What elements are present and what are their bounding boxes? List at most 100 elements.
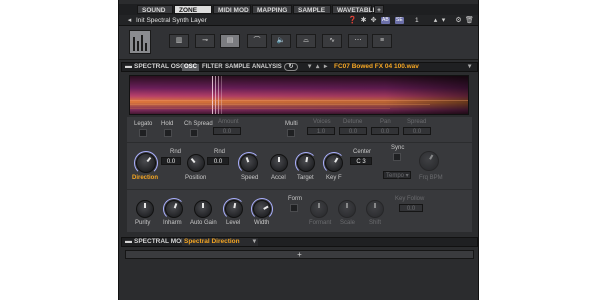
- rnd2-field[interactable]: 0.0: [207, 157, 229, 165]
- level-label: Level: [226, 220, 241, 226]
- oscillator-button[interactable]: ▤: [220, 34, 240, 48]
- formant-knob[interactable]: [310, 200, 328, 218]
- tab-sample[interactable]: SAMPLE: [293, 5, 331, 14]
- keyf-label: Key F: [326, 175, 342, 181]
- solo-icon[interactable]: ✥: [369, 16, 378, 25]
- center-label: Center: [353, 149, 372, 155]
- subtab-osc[interactable]: OSC: [182, 64, 200, 71]
- tab-sound[interactable]: SOUND: [137, 5, 173, 14]
- spread-field[interactable]: 0.0: [403, 127, 431, 135]
- target-knob[interactable]: [295, 152, 317, 174]
- spread-label: Spread: [407, 119, 427, 125]
- subtab-sample[interactable]: SAMPLE: [223, 64, 252, 71]
- collapse-icon[interactable]: ▬: [125, 63, 132, 71]
- keyfollow-label: Key Follow: [395, 196, 425, 202]
- mute-icon[interactable]: ✱: [359, 16, 368, 25]
- pan-field[interactable]: 0.0: [371, 127, 399, 135]
- spread-amount-field[interactable]: 0.0: [213, 127, 241, 135]
- tab-zone[interactable]: ZONE: [174, 5, 212, 14]
- direction-knob[interactable]: [134, 151, 158, 175]
- arrow-left-icon[interactable]: ◂: [125, 16, 134, 25]
- tempo-dropdown[interactable]: Tempo ▾: [383, 171, 411, 179]
- autogain-label: Auto Gain: [190, 220, 217, 226]
- empty-area: [119, 262, 478, 300]
- multi-label: Multi: [285, 121, 298, 127]
- width-knob[interactable]: [251, 198, 273, 220]
- position-knob[interactable]: [187, 154, 205, 172]
- settings-icon[interactable]: ⚙: [454, 16, 463, 25]
- multi-checkbox[interactable]: [287, 129, 295, 137]
- speed-label: Speed: [241, 175, 259, 181]
- top-tab-bar: SOUND ZONE MIDI MOD MAPPING SAMPLE WAVET…: [119, 4, 478, 15]
- speed-knob[interactable]: [238, 152, 260, 174]
- pitch-button[interactable]: ⊸: [195, 34, 215, 48]
- lfo-button[interactable]: ∿: [322, 34, 342, 48]
- spectrogram-image: [130, 76, 468, 114]
- se-badge[interactable]: SE: [395, 17, 404, 24]
- step-mod-button[interactable]: ⋯: [348, 34, 368, 48]
- hold-checkbox[interactable]: [164, 129, 172, 137]
- position-label: Position: [185, 175, 207, 181]
- add-tab-button[interactable]: +: [374, 5, 384, 14]
- voices-field[interactable]: 1.0: [307, 127, 335, 135]
- tab-midi-mod[interactable]: MIDI MOD: [213, 5, 251, 14]
- help-icon[interactable]: ❓: [348, 16, 357, 25]
- subtab-analysis[interactable]: ANALYSIS: [250, 64, 284, 71]
- accel-label: Accel: [271, 175, 286, 181]
- scale-knob[interactable]: [338, 200, 356, 218]
- play-icon[interactable]: ▸: [324, 63, 327, 71]
- tab-mapping[interactable]: MAPPING: [252, 5, 292, 14]
- ab-badge[interactable]: AB: [381, 17, 390, 24]
- detune-field[interactable]: 0.0: [339, 127, 367, 135]
- sync-checkbox[interactable]: [393, 153, 401, 161]
- zone-overview-button[interactable]: [129, 30, 151, 54]
- keyboard-button[interactable]: ▥: [169, 34, 189, 48]
- subtab-filter[interactable]: FILTER: [200, 64, 225, 71]
- plugin-window: SOUND ZONE MIDI MOD MAPPING SAMPLE WAVET…: [118, 0, 479, 300]
- level-knob[interactable]: [223, 198, 245, 220]
- spectrogram-display[interactable]: [129, 75, 469, 115]
- loop-icon[interactable]: ↻: [284, 63, 298, 71]
- shift-knob[interactable]: [366, 200, 384, 218]
- hold-label: Hold: [161, 121, 174, 127]
- legato-checkbox[interactable]: [139, 129, 147, 137]
- form-checkbox[interactable]: [290, 204, 298, 212]
- keyfollow-field[interactable]: 0.0: [399, 204, 423, 212]
- center-field[interactable]: C 3: [350, 157, 372, 165]
- purity-label: Purity: [135, 220, 151, 226]
- form-label: Form: [288, 196, 302, 202]
- purity-knob[interactable]: [136, 200, 154, 218]
- spectral-mod-dropdown[interactable]: Spectral Direction ▾: [182, 238, 258, 246]
- collapse-icon[interactable]: ▬: [125, 238, 132, 246]
- keyboard-icon: ▥: [175, 37, 183, 44]
- rnd1-field[interactable]: 0.0: [161, 157, 181, 165]
- arrow-up-icon[interactable]: ▴: [316, 63, 319, 71]
- target-label: Target: [297, 175, 314, 181]
- add-modulation-button[interactable]: +: [125, 250, 474, 259]
- inharm-knob[interactable]: [163, 198, 185, 220]
- chevron-down-icon[interactable]: ▾: [439, 16, 448, 25]
- autogain-knob[interactable]: [194, 200, 212, 218]
- accel-knob[interactable]: [270, 154, 288, 172]
- mod-matrix-button[interactable]: ≡: [372, 34, 392, 48]
- freq-label: Frq BPM: [419, 175, 443, 181]
- tempo-label: Tempo: [386, 173, 405, 179]
- speaker-icon: 🔈: [276, 37, 286, 44]
- amp-button[interactable]: 🔈: [271, 34, 291, 48]
- envelope-button[interactable]: ⌓: [296, 34, 316, 48]
- rnd1-label: Rnd: [170, 149, 182, 155]
- freq-knob[interactable]: [419, 151, 439, 171]
- sample-name[interactable]: FC07 Bowed FX 04 100.wav: [334, 63, 419, 71]
- trash-icon[interactable]: 🗑: [465, 16, 474, 25]
- formant-label: Formant: [309, 220, 332, 226]
- sine-wave-icon: ∿: [329, 37, 335, 44]
- filter-button[interactable]: ⌒: [247, 34, 267, 48]
- arrow-down-icon[interactable]: ▾: [308, 63, 311, 71]
- ch-spread-checkbox[interactable]: [190, 129, 198, 137]
- direction-label: Direction: [132, 175, 159, 181]
- keyf-knob[interactable]: [323, 152, 345, 174]
- spread-amount-label: Amount: [218, 119, 239, 125]
- filter-icon: ⌒: [253, 37, 261, 44]
- tab-wavetable[interactable]: WAVETABLE: [332, 5, 377, 14]
- sample-menu-icon[interactable]: ▾: [468, 63, 471, 71]
